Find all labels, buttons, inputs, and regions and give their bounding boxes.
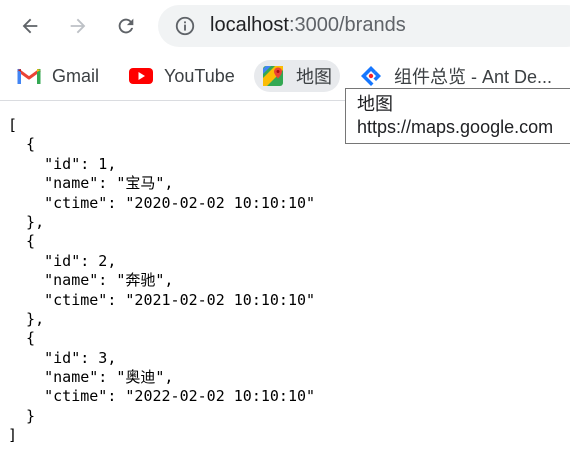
json-line: "name": "宝马",	[8, 174, 174, 193]
url-path: :3000/brands	[288, 14, 406, 36]
back-arrow-icon	[22, 18, 38, 34]
json-line: "name": "奔驰",	[8, 271, 174, 290]
url-host: localhost	[210, 14, 289, 36]
bookmark-label: Gmail	[52, 65, 100, 86]
maps-icon	[260, 65, 286, 87]
url-text[interactable]: localhost:3000/brands	[210, 14, 406, 37]
json-line: {	[8, 135, 36, 154]
bookmark-gmail[interactable]: Gmail	[16, 60, 99, 92]
bookmark-tooltip: 地图 https://maps.google.com	[345, 88, 570, 144]
json-line: {	[8, 329, 36, 348]
json-line: [	[8, 116, 18, 134]
back-button[interactable]	[14, 10, 46, 42]
ant-design-icon	[358, 65, 384, 87]
bookmark-label: 组件总览 - Ant De...	[394, 67, 553, 87]
json-line: }	[8, 406, 36, 425]
bookmark-youtube[interactable]: YouTube	[128, 60, 235, 92]
json-line: {	[8, 232, 36, 251]
json-line: "id": 1,	[8, 154, 117, 173]
youtube-icon	[128, 65, 154, 87]
json-line: },	[8, 212, 45, 231]
forward-arrow-icon	[70, 18, 86, 34]
json-line: "ctime": "2020-02-02 10:10:10"	[8, 193, 316, 212]
gmail-icon	[16, 65, 42, 87]
json-line: ]	[8, 426, 18, 445]
json-line: "id": 3,	[8, 348, 117, 367]
address-bar[interactable]: localhost:3000/brands	[158, 5, 570, 47]
forward-button[interactable]	[62, 10, 94, 42]
json-line: "ctime": "2022-02-02 10:10:10"	[8, 387, 316, 406]
json-line: "name": "奥迪",	[8, 368, 174, 387]
json-line: },	[8, 309, 45, 328]
info-icon[interactable]	[174, 15, 196, 37]
tooltip-url: https://maps.google.com	[357, 117, 554, 137]
bookmark-maps[interactable]: 地图	[254, 60, 340, 92]
json-line: "id": 2,	[8, 251, 117, 270]
browser-toolbar: localhost:3000/brands	[0, 0, 570, 52]
tooltip-title: 地图	[357, 94, 393, 114]
reload-icon	[118, 18, 134, 34]
bookmark-label: 地图	[296, 67, 332, 87]
json-response: [ { "id": 1, "name": "宝马", "ctime": "202…	[8, 116, 315, 446]
json-line: "ctime": "2021-02-02 10:10:10"	[8, 290, 316, 309]
reload-button[interactable]	[110, 10, 142, 42]
bookmark-label: YouTube	[164, 65, 235, 86]
